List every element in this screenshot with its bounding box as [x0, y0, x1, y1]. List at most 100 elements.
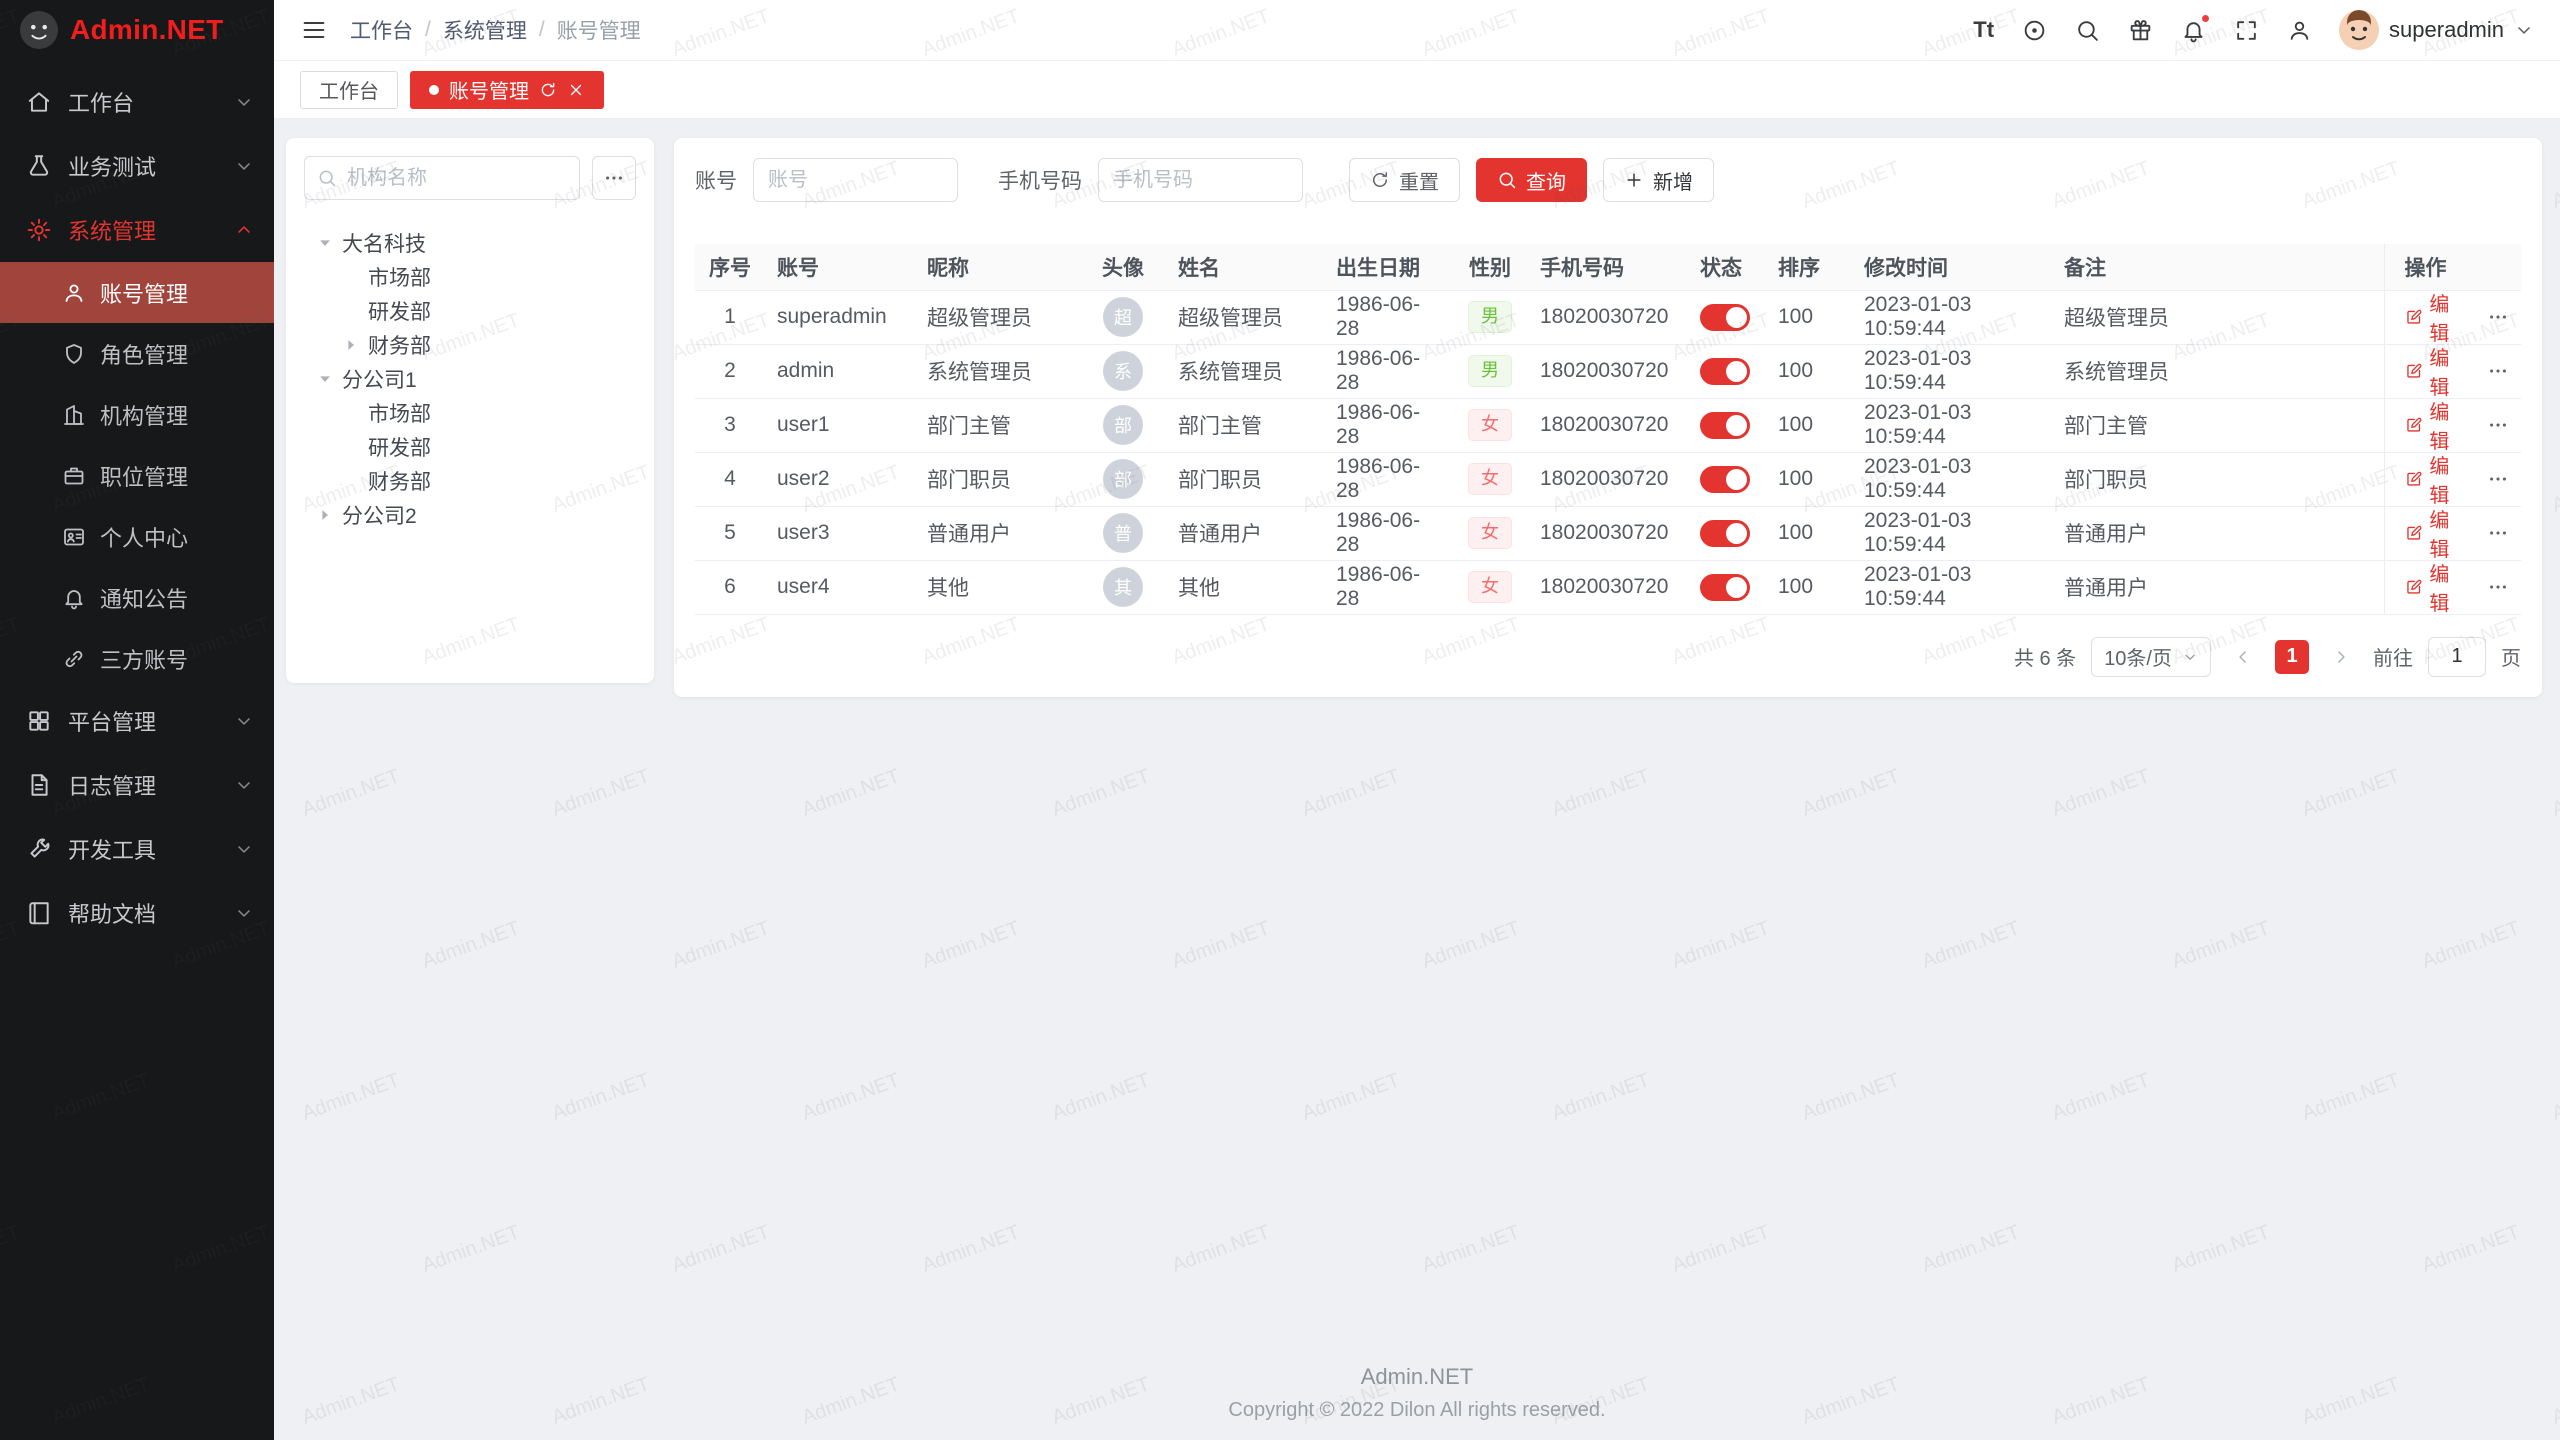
- caret-down-icon: [316, 234, 334, 252]
- add-button[interactable]: 新增: [1603, 158, 1714, 202]
- sidebar-item-platform-mgmt[interactable]: 平台管理: [0, 689, 274, 753]
- tree-more-button[interactable]: [592, 156, 636, 200]
- gender-tag: 女: [1468, 409, 1512, 440]
- avatar-face-icon: [2339, 10, 2379, 50]
- person-icon: [62, 525, 86, 549]
- edit-button[interactable]: 编辑: [2405, 450, 2466, 508]
- sidebar-subitem-personal-center[interactable]: 个人中心: [0, 506, 274, 567]
- column-header: 姓名: [1166, 244, 1324, 290]
- row-more-button[interactable]: [2487, 468, 2509, 490]
- page-size-select[interactable]: 10条/页: [2091, 637, 2211, 677]
- row-more-button[interactable]: [2487, 576, 2509, 598]
- cell-avatar: 系: [1080, 344, 1166, 398]
- cell-birthdate: 1986-06-28: [1324, 290, 1452, 344]
- breadcrumb-item[interactable]: 系统管理: [443, 15, 527, 45]
- tab-workbench[interactable]: 工作台: [300, 71, 398, 109]
- goto-page-input[interactable]: [2428, 637, 2486, 677]
- tree-node[interactable]: 分公司2: [304, 498, 636, 532]
- tree-node[interactable]: 分公司1: [304, 362, 636, 396]
- theme-icon[interactable]: [2021, 17, 2047, 43]
- sidebar-subitem-role-mgmt[interactable]: 角色管理: [0, 323, 274, 384]
- cell-remark: 部门职员: [2052, 452, 2384, 506]
- tab-account-mgmt[interactable]: 账号管理: [410, 71, 604, 109]
- page-number-button[interactable]: 1: [2275, 640, 2309, 674]
- position-icon: [62, 464, 86, 488]
- breadcrumb-item[interactable]: 账号管理: [557, 15, 641, 45]
- user-profile[interactable]: superadmin: [2339, 10, 2534, 50]
- cell-phone: 18020030720: [1528, 506, 1688, 560]
- ellipsis-icon: [2487, 414, 2509, 436]
- logo[interactable]: Admin.NET: [0, 0, 274, 60]
- tree-caret-right[interactable]: [342, 334, 364, 356]
- breadcrumb-separator: /: [539, 18, 545, 42]
- sidebar-subitem-notice[interactable]: 通知公告: [0, 567, 274, 628]
- status-toggle[interactable]: [1700, 520, 1750, 547]
- tab-close-button[interactable]: [567, 81, 585, 99]
- sidebar-item-log-mgmt[interactable]: 日志管理: [0, 753, 274, 817]
- sidebar-item-dev-tools[interactable]: 开发工具: [0, 817, 274, 881]
- query-button-label: 查询: [1526, 166, 1566, 195]
- tree-node[interactable]: 大名科技: [304, 226, 636, 260]
- search-icon[interactable]: [2074, 17, 2100, 43]
- sidebar-subitem-label: 账号管理: [100, 277, 188, 309]
- tree-caret-down[interactable]: [316, 232, 338, 254]
- edit-button[interactable]: 编辑: [2405, 396, 2466, 454]
- sidebar-item-help-docs[interactable]: 帮助文档: [0, 881, 274, 945]
- sidebar-subitem-account-mgmt[interactable]: 账号管理: [0, 262, 274, 323]
- phone-filter-input[interactable]: [1098, 158, 1303, 202]
- reset-button[interactable]: 重置: [1349, 158, 1460, 202]
- tree-caret-down[interactable]: [316, 368, 338, 390]
- collapse-sidebar-icon[interactable]: [300, 16, 328, 44]
- edit-button[interactable]: 编辑: [2405, 342, 2466, 400]
- status-toggle[interactable]: [1700, 466, 1750, 493]
- sidebar-item-system-mgmt[interactable]: 系统管理: [0, 198, 274, 262]
- font-size-icon[interactable]: Tt: [1973, 17, 1994, 43]
- edit-button[interactable]: 编辑: [2405, 288, 2466, 346]
- row-more-button[interactable]: [2487, 360, 2509, 382]
- breadcrumb-item[interactable]: 工作台: [350, 15, 413, 45]
- org-search-input[interactable]: [345, 166, 567, 191]
- fullscreen-icon[interactable]: [2233, 17, 2259, 43]
- edit-icon: [2405, 361, 2423, 381]
- gift-icon[interactable]: [2127, 17, 2153, 43]
- row-more-button[interactable]: [2487, 522, 2509, 544]
- notifications-icon[interactable]: [2180, 17, 2206, 43]
- tab-label: 账号管理: [449, 75, 529, 104]
- cell-remark: 部门主管: [2052, 398, 2384, 452]
- column-header: 操作: [2384, 244, 2521, 290]
- tree-node[interactable]: 研发部: [304, 294, 636, 328]
- edit-button[interactable]: 编辑: [2405, 504, 2466, 562]
- sidebar-subitem-third-party-account[interactable]: 三方账号: [0, 628, 274, 689]
- edit-button[interactable]: 编辑: [2405, 558, 2466, 616]
- account-filter-input[interactable]: [753, 158, 958, 202]
- cell-modified-time: 2023-01-03 10:59:44: [1852, 506, 2052, 560]
- query-button[interactable]: 查询: [1476, 158, 1587, 202]
- tree-node[interactable]: 财务部: [304, 464, 636, 498]
- profile-icon[interactable]: [2286, 17, 2312, 43]
- prev-page-button[interactable]: [2226, 640, 2260, 674]
- avatar: [2339, 10, 2379, 50]
- tab-refresh-button[interactable]: [539, 81, 557, 99]
- tree-caret-right[interactable]: [316, 504, 338, 526]
- tree-node[interactable]: 市场部: [304, 396, 636, 430]
- tree-node[interactable]: 财务部: [304, 328, 636, 362]
- tree-node[interactable]: 研发部: [304, 430, 636, 464]
- sidebar-item-workbench[interactable]: 工作台: [0, 70, 274, 134]
- row-more-button[interactable]: [2487, 306, 2509, 328]
- cell-birthdate: 1986-06-28: [1324, 506, 1452, 560]
- column-header: 序号: [695, 244, 765, 290]
- status-toggle[interactable]: [1700, 358, 1750, 385]
- sidebar-item-business-test[interactable]: 业务测试: [0, 134, 274, 198]
- status-toggle[interactable]: [1700, 304, 1750, 331]
- status-toggle[interactable]: [1700, 412, 1750, 439]
- gender-tag: 女: [1468, 517, 1512, 548]
- table-row: 3user1部门主管部部门主管1986-06-28女18020030720100…: [695, 398, 2521, 452]
- tree-node[interactable]: 市场部: [304, 260, 636, 294]
- row-more-button[interactable]: [2487, 414, 2509, 436]
- search-icon: [317, 168, 337, 188]
- caret-right-icon: [316, 506, 334, 524]
- sidebar-subitem-org-mgmt[interactable]: 机构管理: [0, 384, 274, 445]
- status-toggle[interactable]: [1700, 574, 1750, 601]
- sidebar-subitem-position-mgmt[interactable]: 职位管理: [0, 445, 274, 506]
- next-page-button[interactable]: [2324, 640, 2358, 674]
